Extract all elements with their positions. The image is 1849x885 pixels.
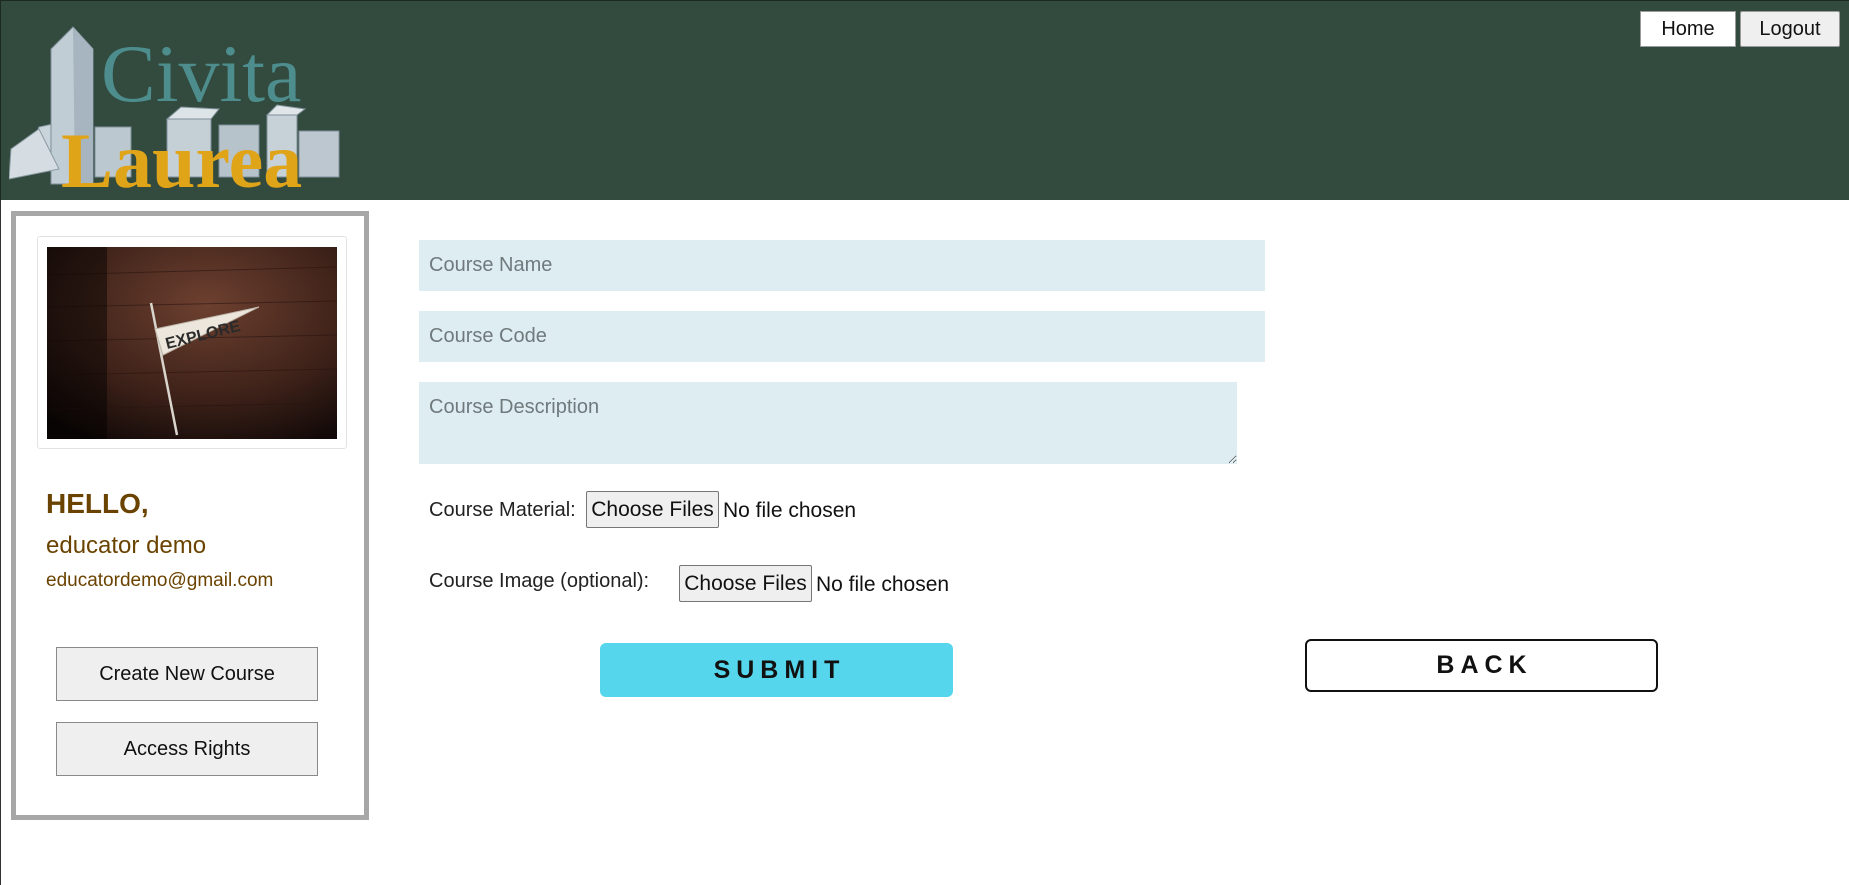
create-new-course-button[interactable]: Create New Course bbox=[56, 647, 318, 701]
course-image-choose-files-button[interactable]: Choose Files bbox=[679, 565, 812, 602]
explore-pennant-photo: EXPLORE bbox=[47, 247, 337, 439]
course-material-label: Course Material: bbox=[429, 499, 576, 521]
page-left-border bbox=[0, 200, 1, 885]
top-header: Civita Laurea Home Logout bbox=[0, 0, 1849, 200]
course-description-textarea[interactable] bbox=[419, 382, 1237, 464]
course-material-choose-files-button[interactable]: Choose Files bbox=[586, 491, 719, 528]
course-image-file-status: No file chosen bbox=[816, 573, 950, 596]
course-code-input[interactable] bbox=[419, 311, 1265, 362]
home-button[interactable]: Home bbox=[1640, 11, 1736, 47]
profile-photo-frame: EXPLORE bbox=[37, 236, 347, 449]
civita-laurea-logo: Civita Laurea bbox=[9, 26, 340, 194]
course-name-input[interactable] bbox=[419, 240, 1265, 291]
logo-laurea-text: Laurea bbox=[61, 117, 302, 194]
course-material-file-status: No file chosen bbox=[723, 499, 857, 522]
access-rights-button[interactable]: Access Rights bbox=[56, 722, 318, 776]
back-button[interactable]: BACK bbox=[1305, 639, 1658, 692]
user-name: educator demo bbox=[46, 532, 207, 559]
course-image-label: Course Image (optional): bbox=[429, 570, 650, 592]
logout-button[interactable]: Logout bbox=[1740, 11, 1840, 47]
logo-civita-text: Civita bbox=[101, 28, 301, 119]
user-email: educatordemo@gmail.com bbox=[46, 570, 274, 591]
greeting-heading: HELLO, bbox=[46, 488, 149, 519]
submit-button[interactable]: SUBMIT bbox=[600, 643, 953, 697]
